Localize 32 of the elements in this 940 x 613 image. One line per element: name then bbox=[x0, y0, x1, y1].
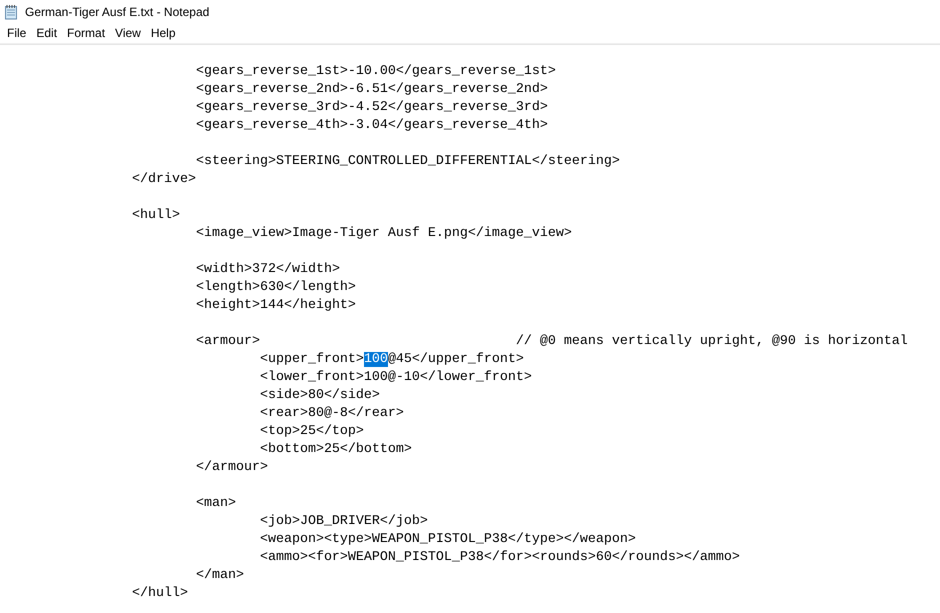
code-line: <top>25</top> bbox=[258, 423, 364, 441]
code-line: <armour> // @0 means vertically upright, @90 is horizontal bbox=[194, 333, 908, 351]
code-line: </man> bbox=[194, 567, 244, 585]
code-line: <length>630</length> bbox=[194, 279, 356, 297]
code-line: <image_view>Image-Tiger Ausf E.png</image_view> bbox=[194, 225, 572, 243]
code-line: <side>80</side> bbox=[258, 387, 380, 405]
code-line: <height>144</height> bbox=[194, 297, 356, 315]
code-line: <gears_reverse_2nd>-6.51</gears_reverse_2nd> bbox=[194, 81, 548, 99]
code-line: </hull> bbox=[130, 585, 188, 603]
window-title: German-Tiger Ausf E.txt - Notepad bbox=[25, 4, 210, 21]
code-line: <hull> bbox=[130, 207, 180, 225]
code-line: <width>372</width> bbox=[194, 261, 340, 279]
code-line: </drive> bbox=[130, 171, 196, 189]
menu-item[interactable]: Format bbox=[62, 22, 110, 42]
code-line: <bottom>25</bottom> bbox=[258, 441, 412, 459]
code-line: <man> bbox=[194, 495, 236, 513]
code-line: <weapon><type>WEAPON_PISTOL_P38</type></weapon> bbox=[258, 531, 636, 549]
code-line: <gears_reverse_3rd>-4.52</gears_reverse_3rd> bbox=[194, 99, 548, 117]
code-line: </armour> bbox=[194, 459, 268, 477]
code-line: <upper_front>100@45</upper_front> bbox=[258, 351, 524, 369]
menu-item[interactable]: Edit bbox=[31, 22, 62, 42]
code-line: <steering>STEERING_CONTROLLED_DIFFERENTIAL</steering> bbox=[194, 153, 620, 171]
code-line: <lower_front>100@-10</lower_front> bbox=[258, 369, 532, 387]
code-line: <job>JOB_DRIVER</job> bbox=[258, 513, 428, 531]
menu-item[interactable]: Help bbox=[146, 22, 181, 42]
code-line: <ammo><for>WEAPON_PISTOL_P38</for><rounds>60</rounds></ammo> bbox=[258, 549, 740, 567]
menu-item[interactable]: View bbox=[110, 22, 146, 42]
code-line: <rear>80@-8</rear> bbox=[258, 405, 404, 423]
menu-item[interactable]: File bbox=[2, 22, 32, 42]
code-line: <gears_reverse_1st>-10.00</gears_reverse_1st> bbox=[194, 63, 556, 81]
notepad-icon bbox=[3, 4, 19, 20]
code-line: <gears_reverse_4th>-3.04</gears_reverse_4th> bbox=[194, 117, 548, 135]
